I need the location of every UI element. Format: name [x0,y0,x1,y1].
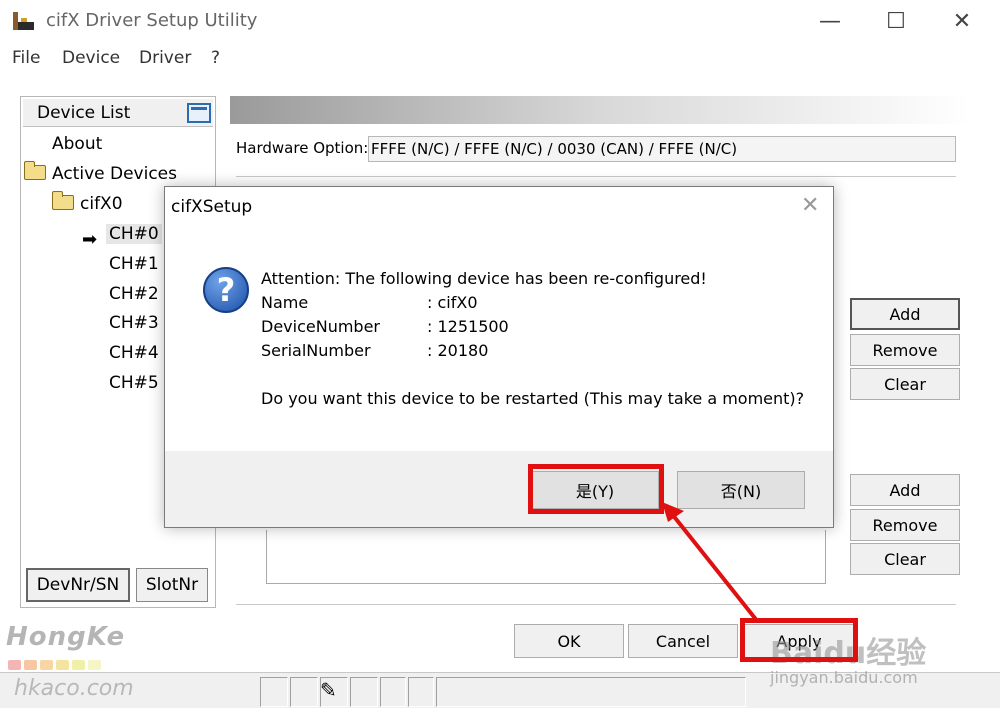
maximize-button[interactable]: ☐ [876,6,916,36]
remove-button-top[interactable]: Remove [850,334,960,366]
status-cell [260,677,288,707]
clear-button-top[interactable]: Clear [850,368,960,400]
menu-bar: File Device Driver ? [0,44,1000,74]
tree-label-active-devices: Active Devices [52,164,177,184]
add-button-bottom[interactable]: Add [850,474,960,506]
header-gradient-bar [230,96,970,124]
menu-device[interactable]: Device [62,48,120,68]
folder-icon [52,191,74,210]
question-icon: ? [203,267,249,313]
ok-button[interactable]: OK [514,624,624,658]
close-button[interactable]: ✕ [942,6,982,36]
divider [236,604,956,605]
tree-item-ch1[interactable]: CH#1 [109,254,159,274]
field-value-devicenumber: : 1251500 [427,317,509,336]
config-list-box[interactable] [266,530,826,584]
tree-label-device: cifX0 [80,194,123,214]
device-list-title: Device List [37,103,131,123]
brand-watermark: HongKe [6,622,126,652]
no-button[interactable]: 否(N) [677,471,805,509]
divider [236,176,956,177]
app-icon [13,12,34,30]
minimize-button[interactable]: — [810,6,850,36]
tree-item-ch0[interactable]: CH#0 [106,224,162,244]
window-title: cifX Driver Setup Utility [46,10,258,31]
hardware-option-value: FFFE (N/C) / FFFE (N/C) / 0030 (CAN) / F… [368,136,956,162]
field-label-serialnumber: SerialNumber [261,341,371,360]
title-bar: cifX Driver Setup Utility — ☐ ✕ [0,0,1000,42]
field-value-name: : cifX0 [427,293,478,312]
tab-slotnr[interactable]: SlotNr [136,568,208,602]
dialog-question: Do you want this device to be restarted … [261,389,805,408]
highlight-box-yes [528,464,664,514]
status-cell [290,677,318,707]
hardware-option-label: Hardware Option: [236,139,369,157]
status-cell [436,677,746,707]
tree-item-ch2[interactable]: CH#2 [109,284,159,304]
dialog-heading: Attention: The following device has been… [261,269,707,288]
tree-item-active-devices[interactable]: Active Devices [24,161,177,184]
menu-file[interactable]: File [12,48,40,68]
pen-icon: ✎ [320,678,337,702]
tree-item-device[interactable]: cifX0 [52,191,123,214]
dialog-title: cifXSetup [171,197,253,217]
clear-button-bottom[interactable]: Clear [850,543,960,575]
tab-devnr-sn[interactable]: DevNr/SN [26,568,130,602]
folder-icon [24,161,46,180]
highlight-box-apply [740,618,858,662]
remove-button-bottom[interactable]: Remove [850,509,960,541]
restart-dialog: cifXSetup ✕ ? Attention: The following d… [164,186,834,528]
url-watermark: hkaco.com [14,676,134,701]
status-cell [380,677,406,707]
tree-item-ch5[interactable]: CH#5 [109,373,159,393]
baidu-url-watermark: jingyan.baidu.com [770,668,918,687]
field-value-serialnumber: : 20180 [427,341,489,360]
tree-item-about[interactable]: About [52,134,102,154]
tree-item-ch4[interactable]: CH#4 [109,343,159,363]
dialog-close-icon[interactable]: ✕ [801,193,819,218]
add-button-top[interactable]: Add [850,298,960,330]
field-label-devicenumber: DeviceNumber [261,317,380,336]
tree-item-ch3[interactable]: CH#3 [109,313,159,333]
window-view-icon[interactable] [187,103,211,123]
menu-help[interactable]: ? [211,48,220,68]
menu-driver[interactable]: Driver [139,48,191,68]
cancel-button[interactable]: Cancel [628,624,738,658]
arrow-right-icon: ➡ [82,229,98,250]
brand-color-dots [8,660,104,670]
device-list-header: Device List [23,99,213,127]
status-cell [350,677,378,707]
status-cell [408,677,434,707]
field-label-name: Name [261,293,309,312]
